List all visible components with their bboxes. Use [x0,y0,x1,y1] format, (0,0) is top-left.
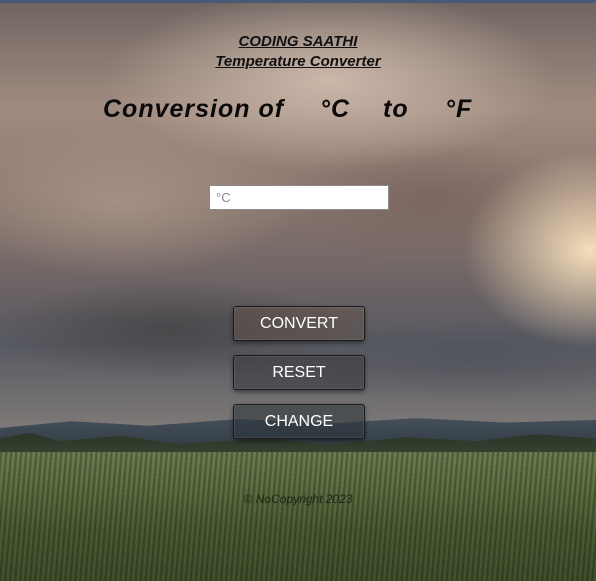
convert-button[interactable]: CONVERT [233,306,365,341]
wheat-field [0,452,596,581]
from-unit: °C [320,95,351,123]
app-title: Temperature Converter [215,53,381,70]
top-bar [0,0,596,3]
conversion-label: Conversion of [103,95,285,123]
copyright-footer: © NoCopyright 2023 [243,492,353,506]
brand-name: CODING SAATHI [238,33,358,50]
temperature-input[interactable] [209,185,389,210]
change-button[interactable]: CHANGE [233,404,365,439]
to-unit: °F [445,95,473,123]
conversion-connector: to [383,95,409,123]
reset-button[interactable]: RESET [233,355,365,390]
brand-header: CODING SAATHI Temperature Converter [0,32,596,72]
